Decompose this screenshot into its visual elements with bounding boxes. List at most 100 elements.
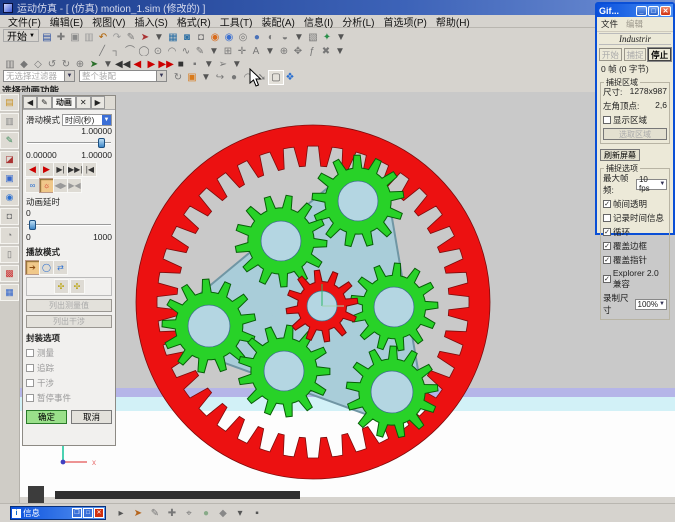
record-stop-button[interactable]: 停止 [648,48,671,61]
forward-pair-button[interactable]: ▶◀ [68,179,81,192]
checkbox[interactable] [26,349,34,357]
gif-menu-edit[interactable]: 编辑 [626,18,643,30]
assembly-navigator-icon[interactable]: ▤ [1,95,18,110]
tab-tool-icon[interactable]: ✎ [37,96,52,109]
point-icon[interactable]: ● [227,71,241,84]
fps-combo[interactable]: 10 fps▼ [636,179,667,190]
constraint-navigator-icon[interactable]: ▥ [1,114,18,129]
start-menu-button[interactable]: 开始▼ [3,29,39,42]
checkbox[interactable] [26,394,34,402]
dot-icon[interactable]: ● [199,507,213,520]
play-once-button[interactable]: ➔ [26,261,39,274]
restore-button[interactable]: ❐ [72,508,82,518]
checkbox[interactable]: ✓ [603,200,611,208]
chain-link-button[interactable]: ∞ [26,179,39,192]
chevron-down-icon[interactable]: ▼ [64,71,74,81]
go-start-button[interactable]: |◀ [83,163,96,176]
selection-filter-combo[interactable]: 无选择过滤器▼ [3,70,75,82]
maximize-button[interactable]: □ [648,6,659,16]
pen-icon[interactable]: ✎ [148,507,162,520]
redirect-icon[interactable]: ↪ [213,71,227,84]
close-button[interactable]: ✕ [660,6,671,16]
tab-prev-button[interactable]: ◀ [23,96,37,109]
save-icon[interactable]: ▤ [40,31,54,44]
part-navigator-icon[interactable]: ✎ [1,133,18,148]
system-materials-icon[interactable]: ◔ [1,228,18,243]
delay-slider-thumb[interactable] [29,220,36,230]
record-start-button[interactable]: 开始 [599,48,622,61]
pick-area-button[interactable]: 选取区域 [603,128,667,140]
target-icon[interactable]: ⌖ [182,507,196,520]
reverse-pair-button[interactable]: ◀▶ [54,179,67,192]
close-button[interactable]: ✕ [94,508,104,518]
internet-explorer-icon[interactable]: ◉ [1,190,18,205]
play-to-end-button[interactable]: ▶| [54,163,67,176]
manufacturing-wizard-icon[interactable]: ▩ [1,266,18,281]
gif-titlebar[interactable]: Gif... _ □ ✕ [597,4,673,17]
menu-item[interactable]: 帮助(H) [432,14,474,29]
checkbox[interactable] [26,379,34,387]
planet-hub [188,305,230,347]
time-slider[interactable] [27,138,111,148]
minimized-info-window[interactable]: i 信息 ❐ □ ✕ [10,506,106,520]
dropdown-icon[interactable]: ▼ [199,71,213,84]
maximize-button[interactable]: □ [83,508,93,518]
play-loop-button[interactable]: ◯ [40,261,53,274]
diamond-icon[interactable]: ◆ [216,507,230,520]
roles-icon[interactable]: ▦ [1,285,18,300]
checkbox[interactable]: ✓ [603,256,611,264]
process-studio-icon[interactable]: ▯ [1,247,18,262]
refresh-icon[interactable]: ↻ [171,71,185,84]
menu-item[interactable]: 首选项(P) [380,14,431,29]
add-icon[interactable]: ✚ [54,31,68,44]
ok-button[interactable]: 确定 [26,410,67,424]
world-icon[interactable]: ❖ [283,71,297,84]
cancel-button[interactable]: 取消 [71,410,112,424]
chevron-down-icon[interactable]: ▼ [156,71,166,81]
dot-small-icon[interactable]: ▪ [250,507,264,520]
record-capture-button[interactable]: 捕捉 [624,48,647,61]
checkbox[interactable]: ✓ [603,228,611,236]
graphics-viewport[interactable]: x [20,92,675,497]
checkbox[interactable] [26,364,34,372]
snap-point-icon[interactable]: ▣ [185,71,199,84]
tab-animation[interactable]: 动画 [52,96,76,109]
joint-wrench-2-button[interactable]: ✣ [71,280,84,293]
step-forward-button[interactable]: ▶ [40,163,53,176]
reuse-library-icon[interactable]: ◪ [1,152,18,167]
record-size-combo[interactable]: 100%▼ [635,299,667,310]
delay-slider[interactable] [27,220,111,230]
capture-area-caption: 捕捉区域 [604,77,640,88]
rect-select-icon[interactable]: ▢ [269,71,283,84]
checkbox[interactable]: ✓ [603,242,611,250]
selection-scope-combo[interactable]: 整个装配▼ [79,70,167,82]
refresh-screen-button[interactable]: 刷新屏幕 [600,149,640,161]
plus-icon[interactable]: ✚ [165,507,179,520]
slide-mode-combo[interactable]: 时间(秒)▼ [62,114,112,126]
checkbox[interactable] [603,214,611,222]
play-swing-button[interactable]: ⇄ [54,261,67,274]
paste-icon[interactable]: ▥ [82,31,96,44]
show-area-checkbox[interactable] [603,116,611,124]
dropdown-icon[interactable]: ▾ [233,507,247,520]
fast-forward-button[interactable]: ▶▶| [68,163,82,176]
list-interference-button[interactable]: 列出干涉 [26,315,112,328]
step-back-button[interactable]: ◀ [26,163,39,176]
minimize-button[interactable]: _ [636,6,647,16]
planet-hub [338,181,378,221]
pointer-icon[interactable]: ➤ [131,507,145,520]
menu-item[interactable]: 文件(F) [4,14,45,29]
list-measure-button[interactable]: 列出测量值 [26,299,112,312]
joint-wrench-1-button[interactable]: ✣ [55,280,68,293]
history-icon[interactable]: ◘ [1,209,18,224]
gif-window-title: Gif... [599,6,619,16]
gear-drive-button[interactable]: ☼ [40,179,53,192]
time-slider-thumb[interactable] [98,138,105,148]
copy-icon[interactable]: ▣ [68,31,82,44]
checkbox[interactable]: ✓ [603,275,611,283]
hd3d-tools-icon[interactable]: ▣ [1,171,18,186]
tab-close-button[interactable]: ✕ [76,96,91,109]
tab-next-button[interactable]: ▶ [91,96,105,109]
play-small-icon[interactable]: ▸ [114,507,128,520]
gif-menu-file[interactable]: 文件 [601,18,618,30]
